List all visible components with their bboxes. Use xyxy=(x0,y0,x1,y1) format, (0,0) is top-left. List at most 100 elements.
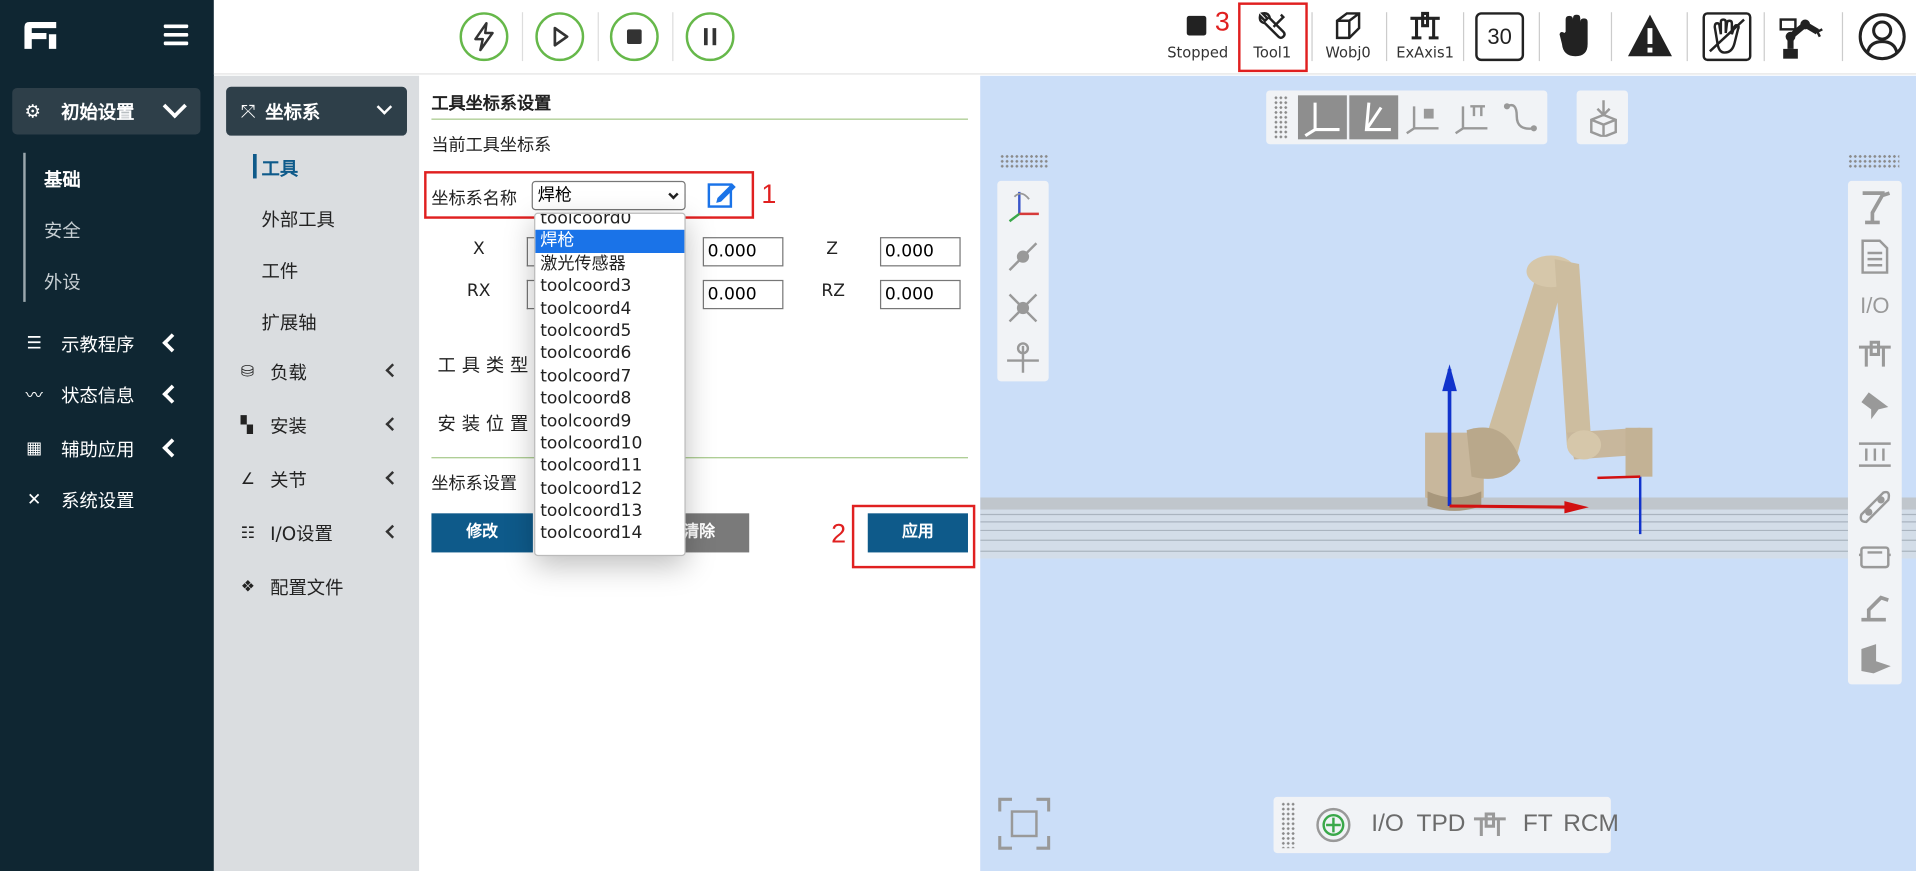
view-mode-exaxis-button[interactable] xyxy=(1450,95,1494,139)
dropdown-option[interactable]: toolcoord7 xyxy=(535,365,684,387)
ruler-button[interactable] xyxy=(1853,433,1897,477)
axes-exaxis-icon xyxy=(1454,105,1488,135)
hand-guide-button[interactable] xyxy=(1702,12,1752,62)
subnav-item-io-settings[interactable]: ☷ I/O设置 xyxy=(241,521,400,547)
speed-box[interactable]: 30 xyxy=(1475,12,1525,62)
subnav-item-external-tool[interactable]: 外部工具 xyxy=(262,207,335,233)
coord-name-select[interactable]: 焊枪 xyxy=(531,180,686,211)
pin-point-button[interactable] xyxy=(1001,335,1045,379)
view-mode-wobj-button[interactable] xyxy=(1401,95,1445,139)
view-mode-tool-button[interactable] xyxy=(1349,95,1399,140)
download-model-button[interactable] xyxy=(1576,90,1628,145)
sidebar-sub-item-safety[interactable]: 安全 xyxy=(44,218,81,244)
warning-icon[interactable] xyxy=(1626,12,1675,58)
subnav-item-config-file[interactable]: ❖ 配置文件 xyxy=(241,574,400,600)
ex-axis-view-button[interactable] xyxy=(1853,332,1897,376)
measure-button[interactable] xyxy=(1001,235,1045,279)
user-avatar-icon[interactable] xyxy=(1858,12,1907,61)
exaxis-selector[interactable]: ExAxis1 xyxy=(1391,7,1459,68)
drag-handle-icon[interactable] xyxy=(999,153,1049,169)
dropdown-option[interactable]: toolcoord11 xyxy=(535,455,684,477)
robot-arm-icon[interactable] xyxy=(1778,12,1827,61)
pin-button[interactable] xyxy=(1853,384,1897,428)
robot-model-button[interactable] xyxy=(1853,183,1897,227)
sidebar-sub-item-peripheral[interactable]: 外设 xyxy=(44,269,81,295)
view-mode-base-button[interactable] xyxy=(1297,95,1347,140)
right-view-toolbar: I/O xyxy=(1847,180,1902,685)
ry-input[interactable]: 0.000 xyxy=(702,279,784,310)
dropdown-option[interactable]: toolcoord4 xyxy=(535,298,684,320)
wobj-selector[interactable]: Wobj0 xyxy=(1316,7,1380,68)
coordinate-icon: ⤧ xyxy=(240,100,256,123)
grid-icon: ▦ xyxy=(26,438,43,459)
sidebar-item-label: 示教程序 xyxy=(61,333,135,356)
pause-button[interactable] xyxy=(685,12,735,62)
dropdown-option[interactable]: toolcoord8 xyxy=(535,388,684,410)
sidebar-item-label: 系统设置 xyxy=(61,489,135,512)
fullscreen-icon[interactable] xyxy=(997,797,1051,851)
dropdown-option[interactable]: toolcoord13 xyxy=(535,500,684,522)
sidebar-item-system-settings[interactable]: ✕ 系统设置 xyxy=(22,485,205,514)
drag-handle-icon[interactable] xyxy=(1847,153,1900,169)
document-button[interactable] xyxy=(1853,235,1897,279)
subnav-item-tool[interactable]: 工具 xyxy=(262,155,299,181)
dropdown-option[interactable]: toolcoord6 xyxy=(535,343,684,365)
center-view-button[interactable] xyxy=(1001,286,1045,330)
menu-toggle-icon[interactable] xyxy=(163,24,189,46)
play-button[interactable] xyxy=(535,12,585,62)
dropdown-option[interactable]: 激光传感器 xyxy=(535,253,684,275)
dropdown-option[interactable]: toolcoord12 xyxy=(535,477,684,499)
trajectory-button[interactable] xyxy=(1498,95,1542,139)
welding-button[interactable] xyxy=(1853,584,1897,628)
sidebar-item-label: 辅助应用 xyxy=(61,438,135,461)
view-toolbar xyxy=(1266,90,1548,145)
apply-button[interactable]: 应用 xyxy=(867,513,968,553)
subnav-item-ext-axis[interactable]: 扩展轴 xyxy=(262,309,317,335)
io-button[interactable]: I/O xyxy=(1853,284,1897,328)
z-input[interactable]: 0.000 xyxy=(879,237,961,267)
target-add-icon[interactable] xyxy=(1315,807,1352,844)
plane-button[interactable] xyxy=(1853,636,1897,680)
sidebar-group-initial-settings[interactable]: ⚙ 初始设置 xyxy=(12,87,201,135)
tpd-view-label[interactable]: TPD xyxy=(1417,810,1466,838)
conveyor-button[interactable] xyxy=(1853,484,1897,528)
subnav-coordinate-system[interactable]: ⤧ 坐标系 xyxy=(226,86,407,136)
power-button[interactable] xyxy=(459,12,509,62)
dropdown-option[interactable]: toolcoord5 xyxy=(535,320,684,342)
ex-axis-view-icon[interactable] xyxy=(1472,809,1509,841)
modify-button[interactable]: 修改 xyxy=(431,513,533,553)
hand-icon[interactable] xyxy=(1558,14,1592,59)
sidebar-item-teach-program[interactable]: ☰ 示教程序 xyxy=(22,329,205,358)
subnav-item-label: 负载 xyxy=(270,361,307,384)
device-button[interactable] xyxy=(1853,535,1897,579)
ft-view-label[interactable]: FT xyxy=(1523,810,1553,838)
drag-handle-icon[interactable] xyxy=(1273,95,1289,140)
x-label: X xyxy=(472,239,485,260)
y-input[interactable]: 0.000 xyxy=(702,237,784,267)
edit-icon[interactable] xyxy=(706,180,738,209)
plane-icon xyxy=(1861,644,1891,674)
sidebar-sub-item-basic[interactable]: 基础 xyxy=(44,166,81,192)
dropdown-option[interactable]: toolcoord10 xyxy=(535,433,684,455)
sidebar-item-status-info[interactable]: 〰 状态信息 xyxy=(22,380,205,409)
subnav-item-load[interactable]: ⛁ 负载 xyxy=(241,359,400,385)
subnav-item-joint[interactable]: ∠ 关节 xyxy=(241,467,400,493)
dropdown-option[interactable]: toolcoord0 xyxy=(535,214,684,230)
divider xyxy=(431,457,968,459)
robot-3d-viewer[interactable]: I/O I/O TPD FT RCM xyxy=(980,75,1916,871)
stop-button[interactable] xyxy=(609,12,659,62)
subnav-item-install[interactable]: ▚ 安装 xyxy=(241,413,400,439)
dropdown-option[interactable]: toolcoord9 xyxy=(535,410,684,432)
coord-display-button[interactable] xyxy=(1001,183,1045,227)
io-view-label[interactable]: I/O xyxy=(1371,810,1404,838)
dropdown-option[interactable]: 焊枪 xyxy=(535,230,685,253)
dropdown-option[interactable]: toolcoord3 xyxy=(535,275,684,297)
database-icon: ⛁ xyxy=(240,362,255,382)
rcm-view-label[interactable]: RCM xyxy=(1563,810,1619,838)
rz-input[interactable]: 0.000 xyxy=(879,279,961,310)
drag-handle-icon[interactable] xyxy=(1280,801,1296,849)
sidebar-item-aux-apps[interactable]: ▦ 辅助应用 xyxy=(22,434,205,463)
coord-name-dropdown[interactable]: toolcoord0 焊枪 激光传感器 toolcoord3 toolcoord4 too… xyxy=(534,212,686,557)
dropdown-option[interactable]: toolcoord14 xyxy=(535,522,684,544)
subnav-item-workpiece[interactable]: 工件 xyxy=(262,258,299,284)
